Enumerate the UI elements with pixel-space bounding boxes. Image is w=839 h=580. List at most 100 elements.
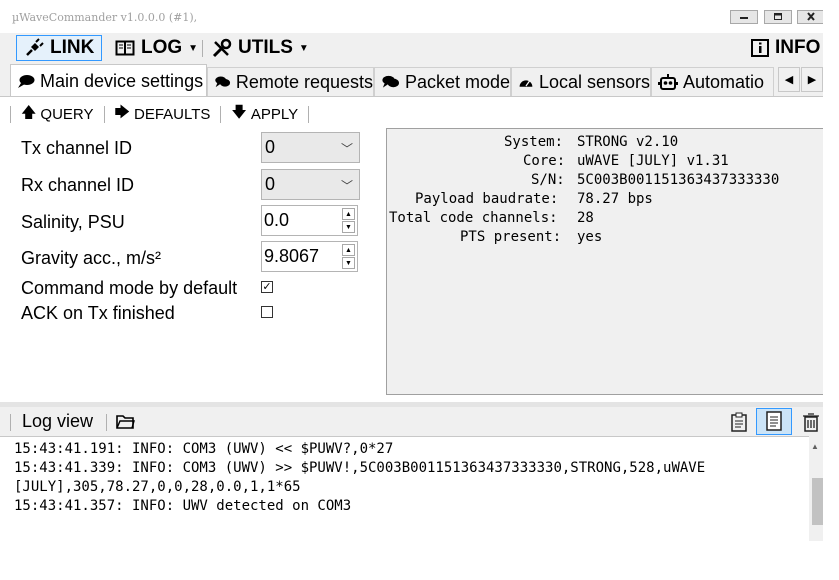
tab-remote-requests[interactable]: Remote requests	[207, 67, 374, 96]
info-label: INFO	[775, 37, 821, 58]
arrow-right-icon: 🡆	[114, 103, 131, 121]
app-window: µWaveCommander v1.0.0.0 (#1), LINK LOG ▼…	[0, 0, 823, 541]
gravity-label: Gravity acc., m/s²	[21, 248, 162, 268]
toolbar-grip	[10, 105, 11, 123]
tab-label: Main device settings	[40, 70, 204, 91]
tab-main-device-settings[interactable]: Main device settings	[10, 64, 207, 97]
gauge-icon	[519, 80, 533, 87]
device-info-box: System: STRONG v2.10 Core: uWAVE [JULY] …	[386, 128, 823, 395]
defaults-button[interactable]: 🡆 DEFAULTS	[110, 102, 216, 127]
log-line: 15:43:41.357: INFO: UWV detected on COM3	[14, 498, 352, 514]
log-button[interactable]: LOG ▼	[115, 35, 198, 61]
tab-scroll-right-button[interactable]: ▶	[801, 67, 823, 92]
log-text-area[interactable]: 15:43:41.191: INFO: COM3 (UWV) << $PUWV?…	[0, 436, 809, 541]
info-key: Total code channels:	[389, 210, 558, 226]
stepper-up-button[interactable]: ▲	[342, 208, 355, 220]
info-button[interactable]: INFO	[751, 35, 820, 61]
info-icon	[751, 39, 769, 57]
open-folder-button[interactable]	[115, 412, 135, 430]
clear-log-button[interactable]	[800, 411, 822, 433]
toolbar-separator	[308, 105, 310, 123]
tab-label: Automatio	[683, 71, 765, 92]
toolbar-separator	[220, 105, 222, 123]
main-settings-panel: 🡅 QUERY 🡆 DEFAULTS 🡇 APPLY Tx channel ID…	[0, 96, 823, 407]
scroll-up-icon[interactable]: ▲	[811, 442, 819, 451]
close-button[interactable]	[797, 10, 823, 24]
stepper-up-button[interactable]: ▲	[342, 244, 355, 256]
command-mode-checkbox[interactable]: ✓	[261, 281, 273, 293]
tab-packet-mode[interactable]: Packet mode	[374, 67, 511, 96]
query-button[interactable]: 🡅 QUERY	[16, 102, 99, 127]
scrollbar-thumb[interactable]	[812, 478, 823, 525]
rx-channel-select[interactable]: 0 ﹀	[261, 169, 360, 200]
tab-label: Local sensors	[538, 71, 650, 92]
plug-icon	[26, 38, 44, 56]
query-label: QUERY	[40, 105, 94, 123]
apply-button[interactable]: 🡇 APPLY	[226, 102, 303, 127]
clipboard-icon	[731, 412, 747, 432]
ack-checkbox[interactable]	[261, 306, 273, 318]
tab-automation[interactable]: Automatio	[651, 67, 774, 96]
utils-dropdown-icon: ▼	[298, 42, 309, 54]
close-icon	[807, 12, 815, 21]
stepper-down-button[interactable]: ▼	[342, 257, 355, 269]
tx-channel-label: Tx channel ID	[21, 138, 133, 158]
speech-bubble-icon	[18, 75, 35, 88]
log-toggle-button[interactable]	[756, 408, 792, 435]
stepper-down-button[interactable]: ▼	[342, 221, 355, 233]
robot-icon	[658, 74, 678, 90]
copy-log-button[interactable]	[728, 411, 750, 433]
log-view-title: Log view	[22, 411, 94, 431]
info-value: uWAVE [JULY] v1.31	[577, 153, 729, 169]
salinity-stepper[interactable]: 0.0 ▲ ▼	[261, 205, 358, 236]
tab-label: Packet mode	[404, 71, 510, 92]
defaults-label: DEFAULTS	[134, 105, 211, 123]
salinity-value: 0.0	[264, 210, 290, 230]
stepper-arrows: ▲ ▼	[342, 244, 355, 269]
link-button[interactable]: LINK	[16, 35, 102, 61]
main-toolbar: LINK LOG ▼ UTILS ▼ INFO	[0, 33, 823, 63]
chevron-down-icon: ﹀	[340, 142, 353, 156]
utils-button[interactable]: UTILS ▼	[211, 35, 309, 61]
info-key: S/N:	[531, 172, 565, 188]
ack-label: ACK on Tx finished	[21, 303, 175, 323]
minimize-button[interactable]	[730, 10, 758, 24]
info-key: System:	[504, 134, 564, 150]
speech-bubbles-icon	[215, 76, 231, 88]
log-document-icon	[766, 411, 782, 431]
arrow-down-icon: 🡇	[231, 103, 247, 121]
log-line: 15:43:41.339: INFO: COM3 (UWV) >> $PUWV!…	[14, 460, 706, 476]
book-icon	[115, 40, 135, 56]
restore-button[interactable]	[764, 10, 792, 24]
tab-scroll-left-button[interactable]: ◀	[778, 67, 800, 92]
chevron-right-icon: ▶	[807, 74, 817, 86]
info-value: STRONG v2.10	[577, 134, 679, 150]
tx-channel-select[interactable]: 0 ﹀	[261, 132, 360, 163]
tab-label: Remote requests	[235, 71, 373, 92]
salinity-label: Salinity, PSU	[21, 212, 125, 232]
gravity-stepper[interactable]: 9.8067 ▲ ▼	[261, 241, 358, 272]
info-key: Core:	[523, 153, 566, 169]
info-value: 28	[577, 210, 594, 226]
toolbar-separator	[103, 105, 105, 123]
info-value: yes	[577, 229, 603, 245]
chevron-down-icon: ﹀	[340, 179, 353, 193]
tools-icon	[212, 38, 232, 57]
info-value: 5C003B001151363437333330	[577, 172, 780, 188]
log-label: LOG	[141, 37, 183, 58]
trash-icon	[803, 413, 819, 432]
minimize-icon	[740, 17, 748, 19]
arrow-up-icon: 🡅	[21, 103, 37, 121]
link-label: LINK	[50, 37, 95, 58]
tx-channel-value: 0	[265, 137, 276, 157]
info-key: PTS present:	[460, 229, 562, 245]
utils-label: UTILS	[238, 37, 293, 58]
toolbar-separator	[202, 40, 203, 57]
tab-local-sensors[interactable]: Local sensors	[511, 67, 651, 96]
checkmark-icon: ✓	[262, 281, 272, 293]
log-dropdown-icon: ▼	[188, 42, 199, 54]
toolbar-separator	[106, 414, 107, 431]
rx-channel-label: Rx channel ID	[21, 175, 135, 195]
gravity-value: 9.8067	[264, 246, 320, 266]
info-key: Payload baudrate:	[415, 191, 559, 207]
